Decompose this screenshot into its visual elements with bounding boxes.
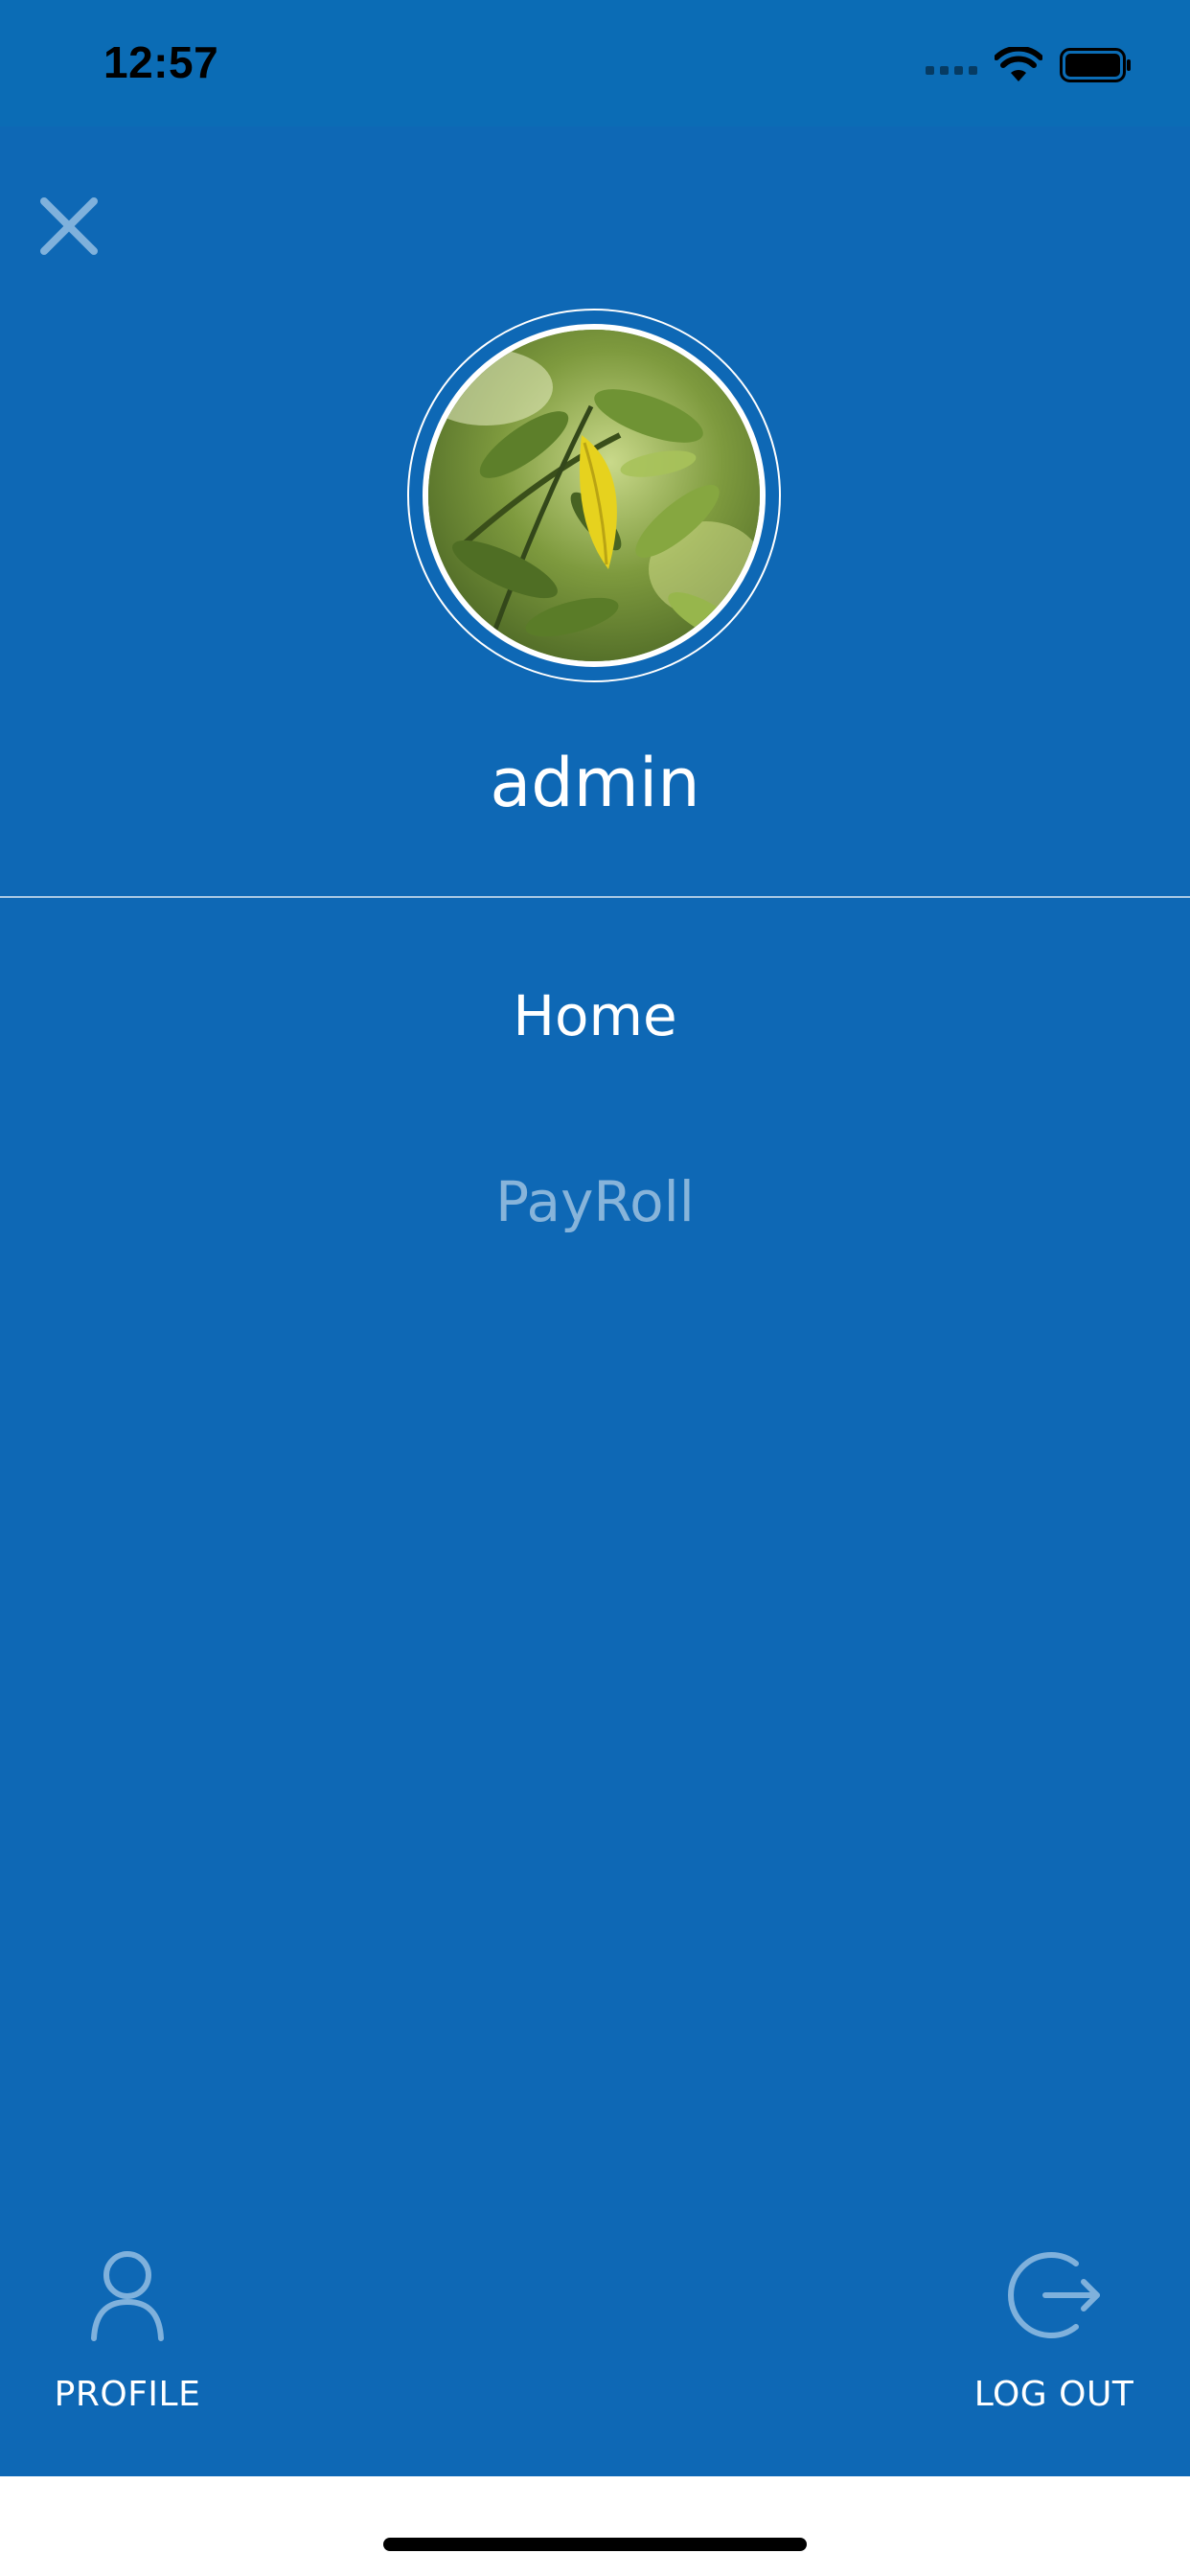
menu-item-payroll[interactable]: PayRoll [0, 1169, 1190, 1234]
logout-label: LOG OUT [973, 2375, 1134, 2414]
logout-button[interactable]: LOG OUT [958, 2242, 1150, 2414]
home-indicator[interactable] [383, 2538, 807, 2551]
status-bar: 12:57 [0, 0, 1190, 126]
side-drawer-screen: 12:57 admin Home PayRoll PROFILE LOG OUT [0, 0, 1190, 2576]
header-divider [0, 896, 1190, 898]
profile-label: PROFILE [54, 2375, 201, 2414]
close-icon [40, 197, 98, 255]
home-indicator-area [0, 2476, 1190, 2576]
avatar-ring [407, 309, 781, 682]
signal-icon [926, 56, 977, 75]
user-icon [91, 2251, 164, 2341]
profile-button[interactable]: PROFILE [38, 2242, 217, 2414]
battery-icon [1060, 48, 1131, 82]
logout-icon [1008, 2252, 1100, 2338]
menu-item-home[interactable]: Home [0, 983, 1190, 1048]
wifi-icon [995, 47, 1042, 81]
username: admin [490, 744, 700, 822]
status-time: 12:57 [103, 37, 219, 87]
avatar[interactable] [423, 324, 766, 667]
avatar-image [428, 330, 760, 661]
status-indicators [926, 44, 1133, 86]
close-button[interactable] [34, 192, 103, 261]
